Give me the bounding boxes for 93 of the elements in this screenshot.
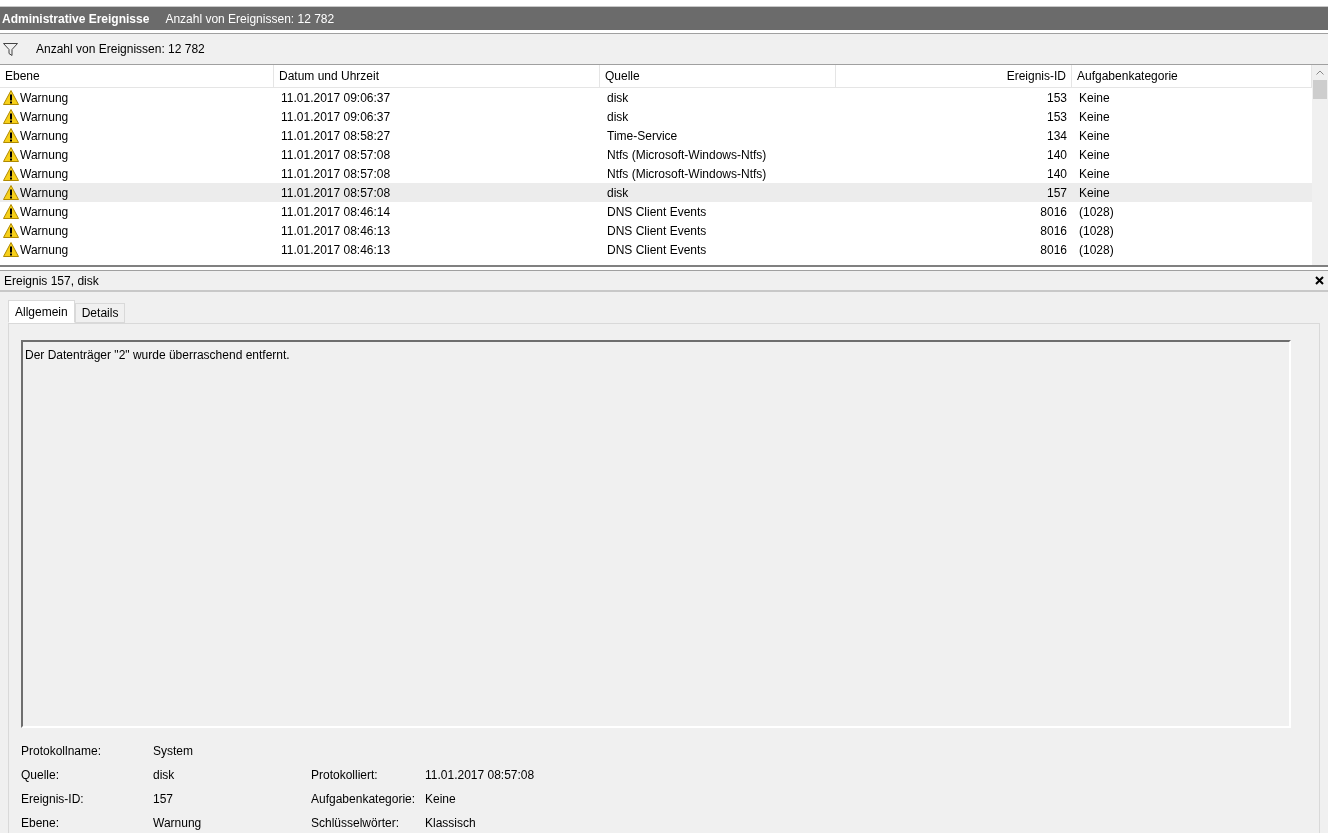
table-cell-text: disk: [606, 108, 630, 126]
table-cell-text: Keine: [1078, 184, 1111, 202]
table-cell-text: (1028): [1078, 203, 1115, 221]
property-value: Warnung: [153, 815, 203, 832]
scroll-up-icon[interactable]: [1316, 70, 1324, 75]
property-value: 157: [153, 791, 175, 808]
warning-icon: [3, 147, 19, 162]
table-cell-text: Warnung: [20, 127, 69, 145]
warning-icon: [3, 185, 19, 200]
table-cell-text: 11.01.2017 08:46:14: [280, 203, 392, 221]
table-row[interactable]: Warnung 11.01.2017 08:57:08 disk 157 Keine: [0, 183, 1312, 202]
property-label: Protokolliert:: [311, 767, 379, 784]
table-cell-text: Keine: [1078, 108, 1111, 126]
table-cell-text: (1028): [1078, 241, 1115, 259]
property-value: 11.01.2017 08:57:08: [425, 767, 535, 784]
table-cell-text: 11.01.2017 09:06:37: [280, 89, 392, 107]
table-cell-text: 11.01.2017 08:57:08: [280, 184, 392, 202]
warning-icon: [3, 223, 19, 238]
table-cell-text: Ntfs (Microsoft-Windows-Ntfs): [606, 165, 768, 183]
table-cell-text: Warnung: [20, 203, 69, 221]
filter-icon[interactable]: [3, 42, 18, 56]
table-cell-text: 11.01.2017 08:58:27: [280, 127, 392, 145]
table-cell-text: Time-Service: [606, 127, 679, 145]
table-cell-text: 11.01.2017 08:46:13: [280, 222, 392, 240]
table-row[interactable]: Warnung 11.01.2017 09:06:37 disk 153 Keine: [0, 88, 1312, 107]
filter-status: Anzahl von Ereignissen: 12 782: [36, 41, 205, 58]
column-header[interactable]: Ereignis-ID: [836, 65, 1072, 87]
property-value: System: [153, 743, 194, 760]
table-cell-text: Warnung: [20, 165, 69, 183]
tab[interactable]: Details: [74, 303, 126, 323]
table-cell-text: Keine: [1078, 146, 1111, 164]
table-cell-text: Keine: [1078, 127, 1111, 145]
property-value: disk: [153, 767, 176, 784]
property-label: Schlüsselwörter:: [311, 815, 401, 832]
table-cell-text: DNS Client Events: [606, 203, 708, 221]
scroll-thumb[interactable]: [1313, 80, 1327, 99]
table-cell-text: disk: [606, 89, 630, 107]
event-title: Ereignis 157, disk: [4, 272, 99, 290]
table-row[interactable]: Warnung 11.01.2017 09:06:37 disk 153 Keine: [0, 107, 1312, 126]
warning-icon: [3, 242, 19, 257]
warning-icon: [3, 128, 19, 143]
scrollbar[interactable]: [1312, 65, 1328, 265]
table-cell-text: 8016: [1039, 203, 1068, 221]
table-row[interactable]: Warnung 11.01.2017 08:46:14 DNS Client Events 8016 (1028): [0, 202, 1312, 221]
warning-icon: [3, 166, 19, 181]
table-cell-text: 153: [1045, 89, 1068, 107]
table-row[interactable]: Warnung 11.01.2017 08:57:08 Ntfs (Microsoft-Windows-Ntfs) 140 Keine: [0, 164, 1312, 183]
column-header[interactable]: Quelle: [600, 65, 836, 87]
table-cell-text: DNS Client Events: [606, 241, 708, 259]
event-count: Anzahl von Ereignissen: 12 782: [165, 10, 335, 28]
table-cell-text: Keine: [1078, 165, 1111, 183]
table-cell-text: Ntfs (Microsoft-Windows-Ntfs): [606, 146, 768, 164]
table-row[interactable]: Warnung 11.01.2017 08:46:13 DNS Client Events 8016 (1028): [0, 240, 1312, 259]
table-row[interactable]: Warnung 11.01.2017 08:58:27 Time-Service 134 Keine: [0, 126, 1312, 145]
table-cell-text: 11.01.2017 08:57:08: [280, 165, 392, 183]
close-icon[interactable]: [1315, 276, 1324, 285]
column-header[interactable]: Ebene: [0, 65, 274, 87]
table-row[interactable]: Warnung 11.01.2017 08:57:08 Ntfs (Microsoft-Windows-Ntfs) 140 Keine: [0, 145, 1312, 164]
table-cell-text: DNS Client Events: [606, 222, 708, 240]
table-cell-text: (1028): [1078, 222, 1115, 240]
table-cell-text: Keine: [1078, 89, 1111, 107]
table-row[interactable]: Warnung 11.01.2017 08:46:13 DNS Client Events 8016 (1028): [0, 221, 1312, 240]
table-cell-text: Warnung: [20, 241, 69, 259]
table-cell-text: 153: [1045, 108, 1068, 126]
table-cell-text: Warnung: [20, 184, 69, 202]
table-cell-text: Warnung: [20, 222, 69, 240]
table-cell-text: 11.01.2017 08:57:08: [280, 146, 392, 164]
table-cell-text: 134: [1045, 127, 1068, 145]
table-cell-text: disk: [606, 184, 630, 202]
property-label: Ebene:: [21, 815, 61, 832]
message-box: Der Datenträger "2" wurde überraschend entfernt.: [21, 340, 1291, 728]
table-cell-text: 11.01.2017 09:06:37: [280, 108, 392, 126]
warning-icon: [3, 90, 19, 105]
table-cell-text: 8016: [1039, 222, 1068, 240]
property-label: Quelle:: [21, 767, 61, 784]
table-cell-text: 140: [1045, 146, 1068, 164]
column-header[interactable]: Datum und Uhrzeit: [274, 65, 600, 87]
warning-icon: [3, 204, 19, 219]
table-cell-text: Warnung: [20, 108, 69, 126]
table-cell-text: 11.01.2017 08:46:13: [280, 241, 392, 259]
table-cell-text: Warnung: [20, 146, 69, 164]
property-value: Keine: [425, 791, 456, 808]
table-cell-text: 140: [1045, 165, 1068, 183]
property-label: Protokollname:: [21, 743, 103, 760]
table-cell-text: Warnung: [20, 89, 69, 107]
tab[interactable]: Allgemein: [8, 300, 75, 323]
property-value: Klassisch: [425, 815, 476, 832]
table-cell-text: 157: [1045, 184, 1068, 202]
property-label: Ereignis-ID:: [21, 791, 85, 808]
table-cell-text: 8016: [1039, 241, 1068, 259]
warning-icon: [3, 109, 19, 124]
window-title: Administrative Ereignisse: [2, 10, 150, 28]
property-label: Aufgabenkategorie:: [311, 791, 417, 808]
